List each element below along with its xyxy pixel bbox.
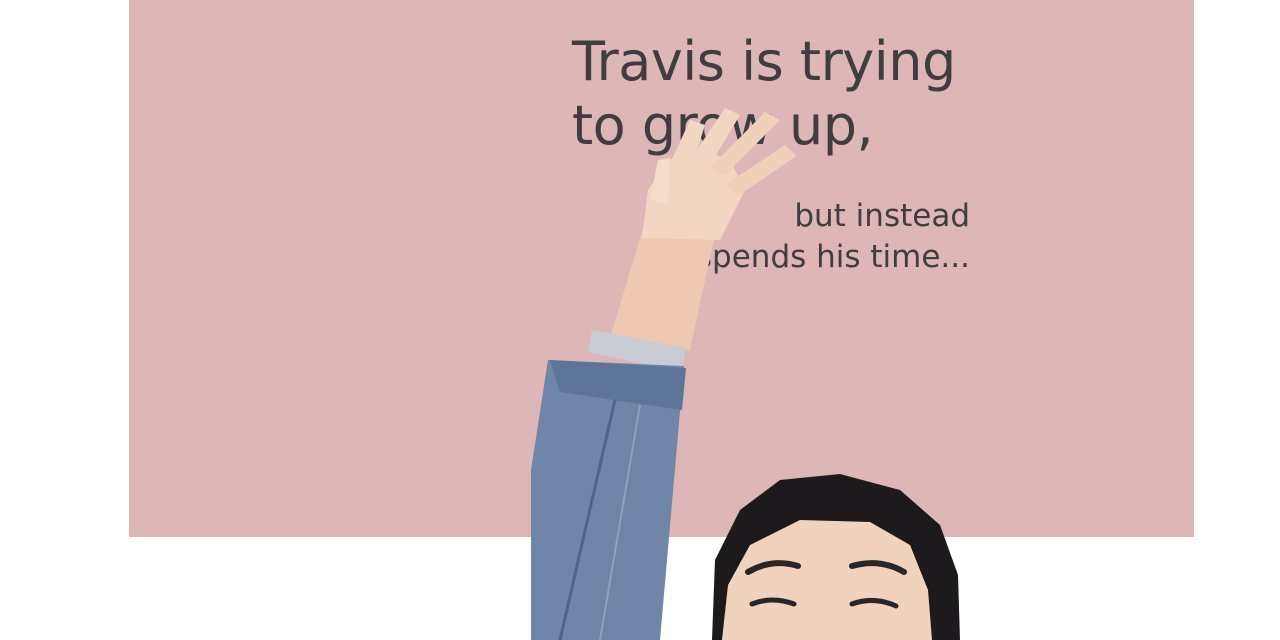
- eye-right: [849, 598, 899, 609]
- eye-left: [749, 597, 797, 607]
- hero-subline-line-2: spends his time...: [695, 239, 970, 275]
- hero-subline-line-1: but instead: [794, 198, 970, 234]
- face: [722, 520, 932, 640]
- hero-headline: Travis is trying to grow up,: [572, 30, 992, 158]
- hero-headline-line-2: to grow up,: [572, 94, 874, 157]
- eyebrow-right: [849, 560, 907, 575]
- hero-subline: but instead spends his time...: [660, 196, 970, 278]
- eyebrow-left: [745, 560, 801, 575]
- hero-headline-line-1: Travis is trying: [572, 30, 956, 93]
